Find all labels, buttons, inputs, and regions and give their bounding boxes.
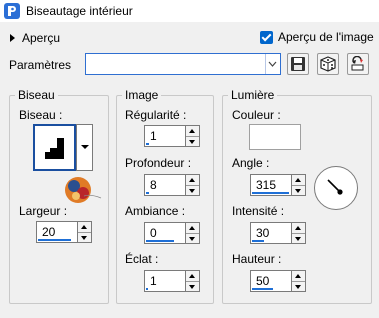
save-preset-button[interactable]	[287, 53, 309, 75]
combo-separator	[265, 54, 266, 74]
ambience-increment-button[interactable]	[186, 223, 199, 233]
title-bar: Biseautage intérieur	[0, 0, 379, 22]
angle-decrement-button[interactable]	[292, 184, 305, 196]
elevation-stepper[interactable]	[291, 270, 306, 292]
smoothness-slider-fill[interactable]	[146, 143, 149, 145]
bevel-group-title: Biseau	[15, 88, 58, 102]
elevation-input[interactable]: 50	[250, 270, 291, 292]
shine-input[interactable]: 1	[144, 270, 185, 292]
ambience-spinbox[interactable]: 0	[144, 222, 200, 244]
ambience-input[interactable]: 0	[144, 222, 185, 244]
angle-spinbox[interactable]: 315	[250, 174, 306, 196]
width-decrement-button[interactable]	[78, 231, 91, 243]
intensity-input[interactable]: 30	[250, 222, 291, 244]
color-label: Couleur :	[232, 108, 281, 122]
intensity-decrement-button[interactable]	[292, 232, 305, 244]
light-direction-dial[interactable]	[313, 165, 359, 211]
angle-label: Angle :	[232, 156, 270, 170]
ambience-label: Ambiance :	[125, 204, 186, 218]
bevel-label: Biseau :	[19, 108, 63, 122]
preview-toggle-label: Aperçu	[22, 31, 61, 45]
preview-toggle[interactable]: Aperçu	[10, 31, 60, 45]
ambience-value: 0	[150, 226, 157, 240]
expand-arrow-icon[interactable]	[10, 34, 15, 42]
app-icon	[4, 3, 20, 19]
elevation-value: 50	[256, 274, 270, 288]
intensity-stepper[interactable]	[291, 222, 306, 244]
light-color-swatch[interactable]	[249, 124, 301, 150]
elevation-spinbox[interactable]: 50	[250, 270, 306, 292]
intensity-increment-button[interactable]	[292, 223, 305, 233]
params-label: Paramètres	[9, 58, 72, 72]
ambience-slider-fill[interactable]	[146, 240, 174, 242]
shine-decrement-button[interactable]	[186, 280, 199, 292]
smoothness-decrement-button[interactable]	[186, 135, 199, 147]
angle-stepper[interactable]	[291, 174, 306, 196]
depth-value: 8	[150, 178, 157, 192]
bevel-shape-preview[interactable]	[33, 124, 76, 171]
smoothness-stepper[interactable]	[185, 125, 200, 147]
depth-label: Profondeur :	[125, 156, 192, 170]
randomize-button[interactable]	[317, 53, 339, 75]
randomize-icon	[320, 56, 336, 72]
elevation-decrement-button[interactable]	[292, 280, 305, 292]
reset-icon	[351, 56, 364, 71]
ambience-decrement-button[interactable]	[186, 232, 199, 244]
depth-slider-fill[interactable]	[146, 192, 149, 194]
reset-button[interactable]	[347, 53, 369, 75]
shine-increment-button[interactable]	[186, 271, 199, 281]
angle-input[interactable]: 315	[250, 174, 291, 196]
window-title: Biseautage intérieur	[26, 4, 133, 18]
width-label: Largeur :	[19, 204, 68, 218]
bevel-shape-icon	[45, 138, 64, 159]
preview-image-checkbox[interactable]: Aperçu de l'image	[260, 30, 374, 44]
width-spinbox[interactable]: 20	[36, 221, 92, 243]
smoothness-increment-button[interactable]	[186, 126, 199, 136]
intensity-label: Intensité :	[232, 204, 285, 218]
angle-increment-button[interactable]	[292, 175, 305, 185]
save-preset-icon	[291, 57, 305, 71]
depth-input[interactable]: 8	[144, 174, 185, 196]
intensity-spinbox[interactable]: 30	[250, 222, 306, 244]
shine-label: Éclat :	[125, 252, 159, 266]
watermark-logo	[65, 177, 102, 203]
shine-value: 1	[150, 274, 157, 288]
width-increment-button[interactable]	[78, 222, 91, 232]
params-preset-select[interactable]	[85, 53, 281, 75]
elevation-increment-button[interactable]	[292, 271, 305, 281]
shine-slider-fill[interactable]	[146, 288, 148, 290]
angle-slider-fill[interactable]	[252, 192, 289, 194]
bevel-dropdown-button[interactable]	[76, 124, 93, 171]
width-value: 20	[42, 225, 56, 239]
intensity-value: 30	[256, 226, 270, 240]
ambience-stepper[interactable]	[185, 222, 200, 244]
width-stepper[interactable]	[77, 221, 92, 243]
shine-spinbox[interactable]: 1	[144, 270, 200, 292]
preview-image-label: Aperçu de l'image	[278, 30, 374, 44]
smoothness-value: 1	[150, 129, 157, 143]
smoothness-label: Régularité :	[125, 108, 187, 122]
light-group-title: Lumière	[228, 88, 278, 102]
depth-stepper[interactable]	[185, 174, 200, 196]
smoothness-input[interactable]: 1	[144, 125, 185, 147]
chevron-down-icon[interactable]	[268, 60, 277, 68]
smoothness-spinbox[interactable]: 1	[144, 125, 200, 147]
elevation-slider-fill[interactable]	[252, 288, 273, 290]
checkbox-checked-icon[interactable]	[260, 30, 273, 44]
image-group-title: Image	[122, 88, 162, 102]
shine-stepper[interactable]	[185, 270, 200, 292]
intensity-slider-fill[interactable]	[252, 240, 264, 242]
width-slider-fill[interactable]	[38, 239, 71, 241]
depth-spinbox[interactable]: 8	[144, 174, 200, 196]
width-input[interactable]: 20	[36, 221, 77, 243]
angle-value: 315	[256, 178, 277, 192]
depth-increment-button[interactable]	[186, 175, 199, 185]
elevation-label: Hauteur :	[232, 252, 282, 266]
depth-decrement-button[interactable]	[186, 184, 199, 196]
